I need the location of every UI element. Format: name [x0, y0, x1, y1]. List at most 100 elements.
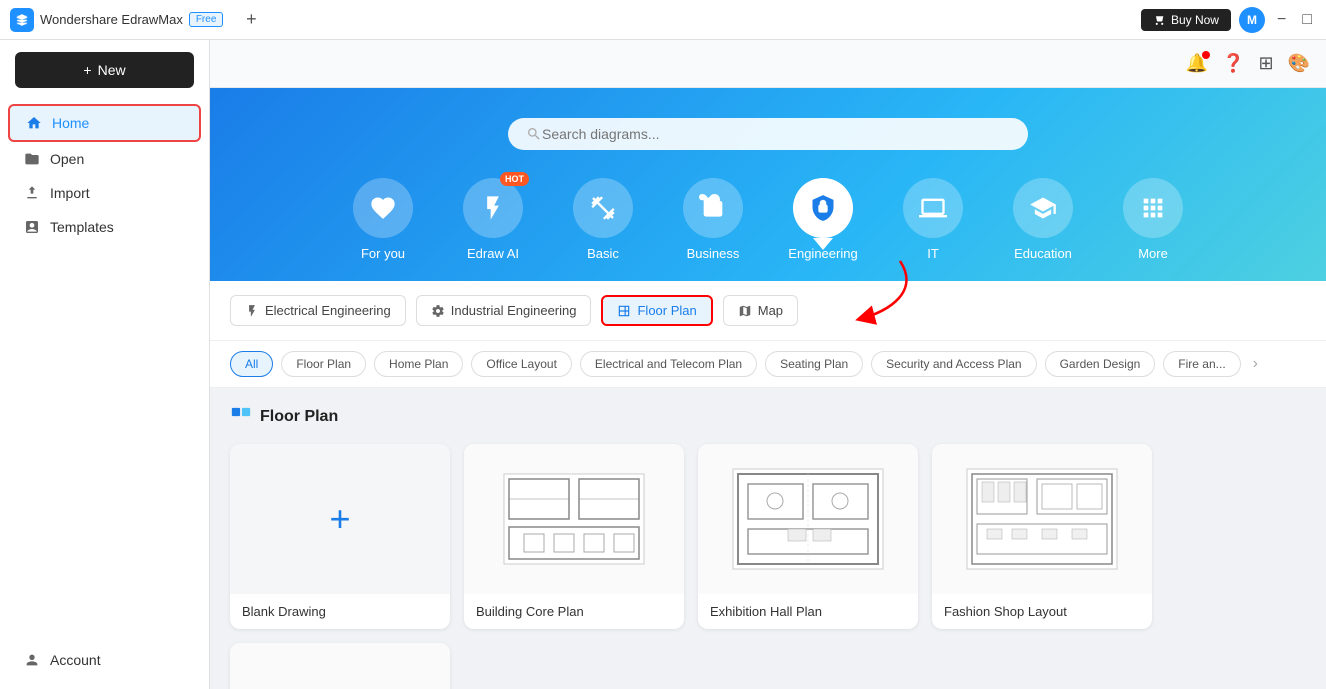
theme-icon[interactable]: 🎨: [1288, 53, 1310, 74]
template-fashion-name: Fashion Shop Layout: [932, 594, 1152, 629]
filter-more-arrow[interactable]: ›: [1253, 355, 1258, 373]
maximize-button[interactable]: □: [1298, 11, 1316, 29]
template-building[interactable]: Building Core Plan: [464, 444, 684, 629]
building-thumb: [464, 444, 684, 594]
minimize-button[interactable]: −: [1273, 11, 1290, 29]
chip-homeplan[interactable]: Home Plan: [374, 351, 463, 377]
cat-label-business: Business: [687, 246, 740, 261]
chip-seating[interactable]: Seating Plan: [765, 351, 863, 377]
sub-nav: Electrical Engineering Industrial Engine…: [210, 281, 1326, 341]
cat-label-foryou: For you: [361, 246, 405, 261]
category-engineering[interactable]: Engineering: [768, 178, 878, 281]
sidebar-import-label: Import: [50, 185, 90, 201]
exhibition-thumb: [698, 444, 918, 594]
title-bar: Wondershare EdrawMax Free + Buy Now M − …: [0, 0, 1326, 40]
search-icon: [526, 126, 542, 142]
cat-circle-engineering: [793, 178, 853, 238]
category-foryou[interactable]: For you: [328, 178, 438, 281]
chip-fire[interactable]: Fire an...: [1163, 351, 1240, 377]
cat-label-more: More: [1138, 246, 1168, 261]
subnav-map-label: Map: [758, 303, 783, 318]
chip-floorplan[interactable]: Floor Plan: [281, 351, 366, 377]
sidebar-templates-label: Templates: [50, 219, 114, 235]
sidebar-bottom: Account: [0, 643, 209, 677]
sidebar-open-label: Open: [50, 151, 84, 167]
sidebar-account-label: Account: [50, 652, 101, 668]
user-avatar[interactable]: M: [1239, 7, 1265, 33]
buy-now-button[interactable]: Buy Now: [1141, 9, 1231, 31]
plus-icon: +: [83, 62, 91, 78]
blank-thumb: +: [230, 444, 450, 594]
cat-circle-edrawai: HOT: [463, 178, 523, 238]
floorplan-icon: [617, 304, 631, 318]
cat-circle-basic: [573, 178, 633, 238]
subnav-map[interactable]: Map: [723, 295, 798, 326]
map-icon: [738, 304, 752, 318]
filter-bar: All Floor Plan Home Plan Office Layout E…: [210, 341, 1326, 388]
free-badge: Free: [189, 12, 224, 27]
category-edrawai[interactable]: HOT Edraw AI: [438, 178, 548, 281]
fashion-plan-svg: [962, 464, 1122, 574]
subnav-floorplan[interactable]: Floor Plan: [601, 295, 712, 326]
chip-electrical[interactable]: Electrical and Telecom Plan: [580, 351, 757, 377]
sidebar-home-label: Home: [52, 115, 89, 131]
cat-circle-more: [1123, 178, 1183, 238]
category-business[interactable]: Business: [658, 178, 768, 281]
category-it[interactable]: IT: [878, 178, 988, 281]
notification-icon[interactable]: 🔔: [1186, 53, 1208, 74]
electrical-icon: [245, 304, 259, 318]
sidebar-item-open[interactable]: Open: [8, 142, 201, 176]
template-exhibition-name: Exhibition Hall Plan: [698, 594, 918, 629]
sidebar-item-import[interactable]: Import: [8, 176, 201, 210]
new-button[interactable]: + New: [15, 52, 194, 88]
top-bar: 🔔 ❓ ⊞ 🎨: [210, 40, 1326, 88]
notif-dot: [1202, 51, 1210, 59]
template-fashion[interactable]: Fashion Shop Layout: [932, 444, 1152, 629]
category-education[interactable]: Education: [988, 178, 1098, 281]
new-label: New: [98, 62, 126, 78]
template-blank[interactable]: + Blank Drawing: [230, 444, 450, 629]
section-title-text: Floor Plan: [260, 408, 338, 426]
chip-officelayout[interactable]: Office Layout: [471, 351, 572, 377]
logo-icon: [10, 8, 34, 32]
search-input[interactable]: [542, 126, 1010, 142]
subnav-electrical-label: Electrical Engineering: [265, 303, 391, 318]
blank-plus-icon: +: [329, 498, 350, 540]
sidebar-item-account[interactable]: Account: [8, 643, 201, 677]
template-exhibition[interactable]: Exhibition Hall Plan: [698, 444, 918, 629]
hot-badge: HOT: [500, 172, 529, 186]
category-basic[interactable]: Basic: [548, 178, 658, 281]
subnav-electrical[interactable]: Electrical Engineering: [230, 295, 406, 326]
floor-plan-section: Floor Plan + Blank Drawing: [210, 388, 1326, 689]
add-tab-button[interactable]: +: [239, 8, 263, 32]
sidebar: + New Home Open Import Templates Account: [0, 40, 210, 689]
subnav-industrial-label: Industrial Engineering: [451, 303, 577, 318]
grid-icon[interactable]: ⊞: [1258, 53, 1273, 74]
building-plan-svg: [494, 464, 654, 574]
chip-all[interactable]: All: [230, 351, 273, 377]
sidebar-item-home[interactable]: Home: [8, 104, 201, 142]
template-blank-name: Blank Drawing: [230, 594, 450, 629]
template-building-name: Building Core Plan: [464, 594, 684, 629]
main-layout: + New Home Open Import Templates Account: [0, 40, 1326, 689]
subnav-floorplan-label: Floor Plan: [637, 303, 696, 318]
fashion-thumb: [932, 444, 1152, 594]
title-bar-right: Buy Now M − □: [1141, 7, 1316, 33]
cat-label-education: Education: [1014, 246, 1072, 261]
engineering-arrow: [813, 238, 833, 250]
hero-banner: For you HOT Edraw AI Basic: [210, 88, 1326, 281]
chip-garden[interactable]: Garden Design: [1045, 351, 1156, 377]
search-box[interactable]: [508, 118, 1028, 150]
help-icon[interactable]: ❓: [1222, 53, 1244, 74]
subnav-industrial[interactable]: Industrial Engineering: [416, 295, 592, 326]
cat-circle-foryou: [353, 178, 413, 238]
category-row: For you HOT Edraw AI Basic: [250, 178, 1286, 281]
sidebar-item-templates[interactable]: Templates: [8, 210, 201, 244]
app-logo: Wondershare EdrawMax Free: [10, 8, 223, 32]
section-title-icon: [230, 406, 252, 428]
chip-security[interactable]: Security and Access Plan: [871, 351, 1036, 377]
category-more[interactable]: More: [1098, 178, 1208, 281]
buy-now-label: Buy Now: [1171, 13, 1219, 27]
industrial-icon: [431, 304, 445, 318]
template-more[interactable]: ••• More Templates: [230, 643, 450, 689]
